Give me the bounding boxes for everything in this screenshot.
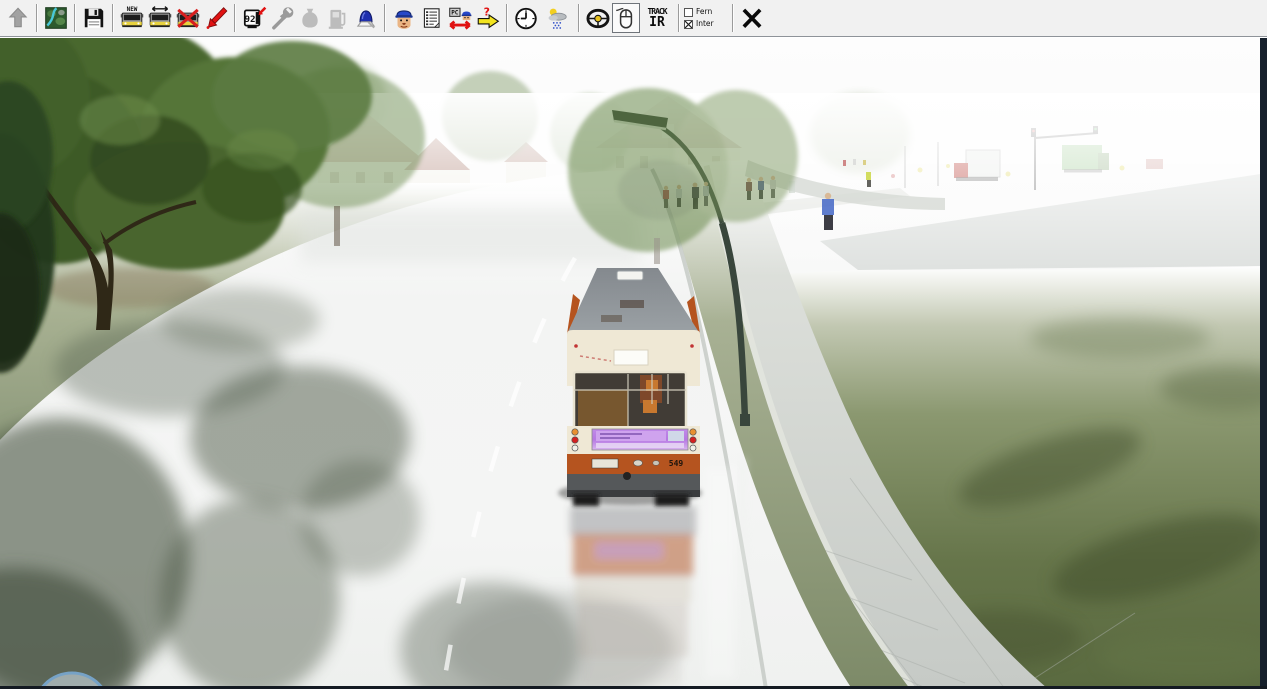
toolbar-separator bbox=[384, 4, 386, 32]
blue-beacon-icon bbox=[356, 10, 376, 29]
main-toolbar: NEW 92 PC ? TRACK IR Fern Inter bbox=[0, 0, 1267, 37]
schedule-button[interactable] bbox=[418, 3, 446, 33]
viewport-3d[interactable]: 549 bbox=[0, 38, 1267, 689]
new-bus-icon: NEW bbox=[120, 6, 144, 28]
close-icon bbox=[742, 8, 762, 28]
toolbar-separator bbox=[732, 4, 734, 32]
fuel-pump-icon bbox=[328, 9, 346, 29]
hide-toolbar-button[interactable] bbox=[4, 3, 32, 33]
ai-control-swap-button[interactable]: PC bbox=[446, 3, 474, 33]
money-bag-button[interactable] bbox=[296, 3, 324, 33]
ticket-machine-92-icon: 92 bbox=[243, 6, 267, 29]
fern-checkbox-label: Fern bbox=[696, 7, 713, 17]
omsi-simulator-window: { "toolbar": { "background": "#f1f1f1", … bbox=[0, 0, 1267, 689]
clock-icon bbox=[515, 7, 537, 30]
map-icon bbox=[45, 7, 67, 29]
view-options-panel: Fern Inter bbox=[684, 3, 728, 33]
fern-checkbox[interactable] bbox=[684, 7, 693, 17]
driver-face-icon bbox=[395, 10, 413, 29]
blue-beacon-button[interactable] bbox=[352, 3, 380, 33]
svg-text:PC: PC bbox=[451, 9, 459, 16]
scene-render: 549 bbox=[0, 38, 1267, 689]
save-button[interactable] bbox=[80, 3, 108, 33]
bus-fleet-number: 549 bbox=[669, 459, 684, 468]
weather-button[interactable] bbox=[540, 3, 574, 33]
window-border-right bbox=[1260, 38, 1267, 689]
red-arrow-southwest-icon bbox=[206, 7, 228, 29]
jump-to-bus-button[interactable] bbox=[202, 3, 230, 33]
bus-delete-cross-icon bbox=[176, 8, 200, 28]
steering-wheel-icon bbox=[586, 8, 610, 29]
inter-checkbox-label: Inter bbox=[696, 19, 714, 29]
tutorial-arrow-button[interactable]: ? bbox=[474, 3, 502, 33]
yellow-arrow-question-icon: ? bbox=[477, 5, 500, 29]
driver-button[interactable] bbox=[390, 3, 418, 33]
checkbox-row-fern[interactable]: Fern bbox=[684, 7, 728, 17]
sun-cloud-rain-icon bbox=[548, 8, 567, 29]
spawn-new-bus-button[interactable]: NEW bbox=[118, 3, 146, 33]
switch-bus-button[interactable] bbox=[146, 3, 174, 33]
up-arrow-icon bbox=[8, 7, 28, 28]
bus-swap-arrows-icon bbox=[148, 6, 172, 28]
checkbox-row-inter[interactable]: Inter bbox=[684, 19, 728, 29]
steering-control-button[interactable] bbox=[584, 3, 612, 33]
toolbar-separator bbox=[234, 4, 236, 32]
close-button[interactable] bbox=[738, 3, 766, 33]
svg-text:NEW: NEW bbox=[127, 6, 138, 13]
toolbar-separator bbox=[36, 4, 38, 32]
toolbar-separator bbox=[578, 4, 580, 32]
toolbar-separator bbox=[506, 4, 508, 32]
toolbar-separator bbox=[74, 4, 76, 32]
wrench-icon bbox=[272, 7, 294, 30]
repair-button[interactable] bbox=[268, 3, 296, 33]
bus-license-plate bbox=[591, 458, 619, 469]
ticket-sale-button[interactable]: 92 bbox=[240, 3, 268, 33]
checklist-paper-icon bbox=[423, 8, 440, 28]
time-button[interactable] bbox=[512, 3, 540, 33]
toolbar-separator bbox=[112, 4, 114, 32]
computer-mouse-icon bbox=[616, 7, 633, 29]
map-button[interactable] bbox=[42, 3, 70, 33]
track-ir-button[interactable]: TRACK IR bbox=[640, 3, 674, 33]
svg-text:92: 92 bbox=[244, 14, 255, 25]
inter-checkbox[interactable] bbox=[684, 19, 693, 29]
toolbar-separator bbox=[678, 4, 680, 32]
remove-bus-button[interactable] bbox=[174, 3, 202, 33]
mouse-control-button[interactable] bbox=[612, 3, 640, 33]
floppy-disk-icon bbox=[84, 8, 104, 28]
refuel-button[interactable] bbox=[324, 3, 352, 33]
money-bag-icon bbox=[302, 8, 318, 28]
trackir-label: TRACK IR bbox=[647, 6, 667, 30]
pc-face-arrows-icon: PC bbox=[449, 7, 472, 30]
